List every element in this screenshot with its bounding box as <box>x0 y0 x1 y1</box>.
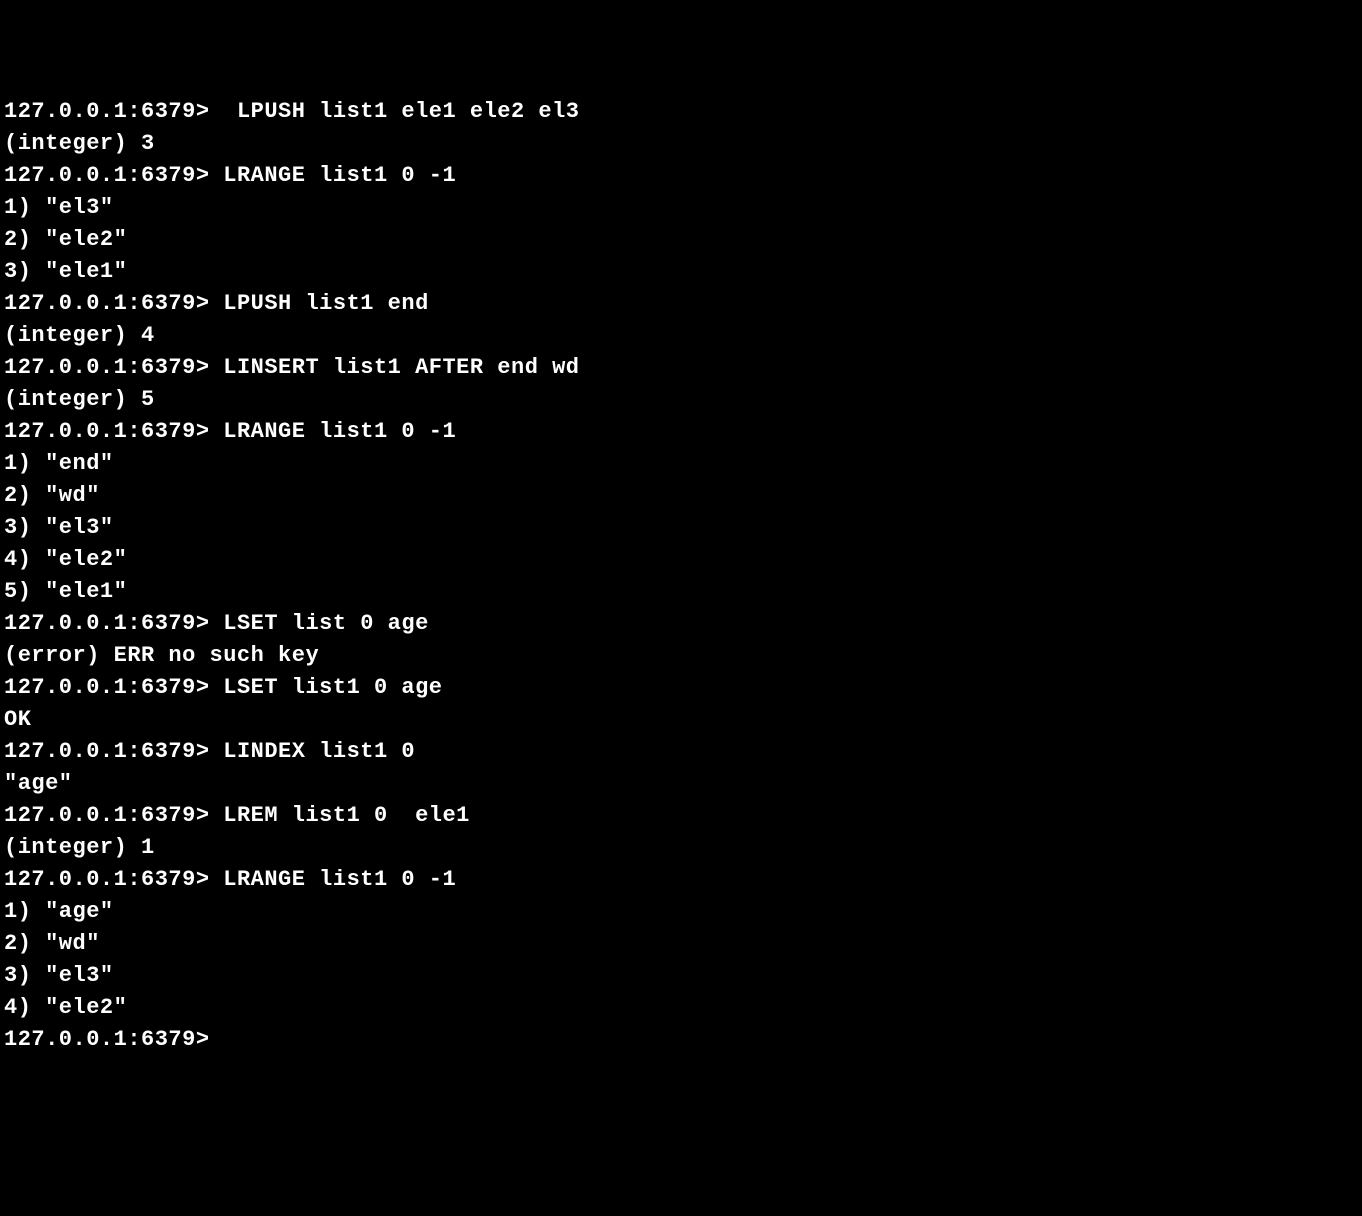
output-text: (error) ERR no such key <box>4 643 319 668</box>
output-text: (integer) 1 <box>4 835 155 860</box>
output-text: 3) "el3" <box>4 515 114 540</box>
prompt: 127.0.0.1:6379> <box>4 611 210 636</box>
terminal-window[interactable]: 127.0.0.1:6379> LPUSH list1 ele1 ele2 el… <box>4 96 1358 1056</box>
terminal-line: 127.0.0.1:6379> LRANGE list1 0 -1 <box>4 864 1358 896</box>
terminal-line: 127.0.0.1:6379> LRANGE list1 0 -1 <box>4 160 1358 192</box>
prompt: 127.0.0.1:6379> <box>4 1027 210 1052</box>
output-text: (integer) 3 <box>4 131 155 156</box>
terminal-line: 127.0.0.1:6379> LINDEX list1 0 <box>4 736 1358 768</box>
prompt: 127.0.0.1:6379> <box>4 355 210 380</box>
terminal-line: 127.0.0.1:6379> LPUSH list1 end <box>4 288 1358 320</box>
prompt: 127.0.0.1:6379> <box>4 803 210 828</box>
output-text: (integer) 4 <box>4 323 155 348</box>
terminal-line: 3) "el3" <box>4 960 1358 992</box>
terminal-line: 2) "ele2" <box>4 224 1358 256</box>
terminal-line: 127.0.0.1:6379> LSET list 0 age <box>4 608 1358 640</box>
command-text: LRANGE list1 0 -1 <box>210 867 457 892</box>
command-text: LPUSH list1 end <box>210 291 429 316</box>
output-text: 3) "el3" <box>4 963 114 988</box>
command-text: LSET list 0 age <box>210 611 429 636</box>
terminal-line: 127.0.0.1:6379> LRANGE list1 0 -1 <box>4 416 1358 448</box>
terminal-line: 1) "el3" <box>4 192 1358 224</box>
terminal-line: 5) "ele1" <box>4 576 1358 608</box>
terminal-line: (integer) 3 <box>4 128 1358 160</box>
terminal-line: 4) "ele2" <box>4 992 1358 1024</box>
terminal-line: "age" <box>4 768 1358 800</box>
terminal-line: 1) "end" <box>4 448 1358 480</box>
prompt: 127.0.0.1:6379> <box>4 99 210 124</box>
terminal-line: (integer) 4 <box>4 320 1358 352</box>
command-text: LPUSH list1 ele1 ele2 el3 <box>210 99 580 124</box>
command-text: LREM list1 0 ele1 <box>210 803 470 828</box>
output-text: 1) "el3" <box>4 195 114 220</box>
terminal-line: 2) "wd" <box>4 480 1358 512</box>
terminal-line: 1) "age" <box>4 896 1358 928</box>
output-text: (integer) 5 <box>4 387 155 412</box>
prompt: 127.0.0.1:6379> <box>4 419 210 444</box>
prompt: 127.0.0.1:6379> <box>4 163 210 188</box>
output-text: 5) "ele1" <box>4 579 127 604</box>
terminal-line: 4) "ele2" <box>4 544 1358 576</box>
output-text: 4) "ele2" <box>4 995 127 1020</box>
prompt: 127.0.0.1:6379> <box>4 675 210 700</box>
command-text <box>210 1027 224 1052</box>
terminal-line: (integer) 5 <box>4 384 1358 416</box>
output-text: 2) "wd" <box>4 931 100 956</box>
prompt: 127.0.0.1:6379> <box>4 867 210 892</box>
output-text: 2) "wd" <box>4 483 100 508</box>
terminal-line: 127.0.0.1:6379> LINSERT list1 AFTER end … <box>4 352 1358 384</box>
terminal-line: (integer) 1 <box>4 832 1358 864</box>
command-text: LRANGE list1 0 -1 <box>210 163 457 188</box>
terminal-line: (error) ERR no such key <box>4 640 1358 672</box>
prompt: 127.0.0.1:6379> <box>4 739 210 764</box>
output-text: 4) "ele2" <box>4 547 127 572</box>
terminal-line: 2) "wd" <box>4 928 1358 960</box>
terminal-line: 127.0.0.1:6379> <box>4 1024 1358 1056</box>
output-text: 1) "age" <box>4 899 114 924</box>
terminal-line: OK <box>4 704 1358 736</box>
command-text: LINDEX list1 0 <box>210 739 416 764</box>
output-text: "age" <box>4 771 73 796</box>
terminal-line: 3) "el3" <box>4 512 1358 544</box>
terminal-line: 127.0.0.1:6379> LPUSH list1 ele1 ele2 el… <box>4 96 1358 128</box>
output-text: 2) "ele2" <box>4 227 127 252</box>
terminal-line: 127.0.0.1:6379> LREM list1 0 ele1 <box>4 800 1358 832</box>
command-text: LINSERT list1 AFTER end wd <box>210 355 580 380</box>
command-text: LRANGE list1 0 -1 <box>210 419 457 444</box>
command-text: LSET list1 0 age <box>210 675 443 700</box>
terminal-line: 127.0.0.1:6379> LSET list1 0 age <box>4 672 1358 704</box>
terminal-line: 3) "ele1" <box>4 256 1358 288</box>
prompt: 127.0.0.1:6379> <box>4 291 210 316</box>
output-text: 3) "ele1" <box>4 259 127 284</box>
output-text: OK <box>4 707 31 732</box>
output-text: 1) "end" <box>4 451 114 476</box>
